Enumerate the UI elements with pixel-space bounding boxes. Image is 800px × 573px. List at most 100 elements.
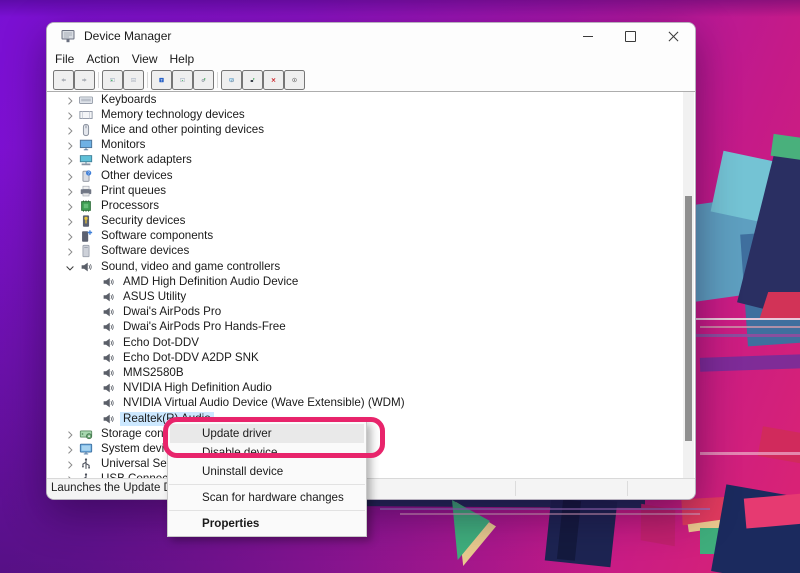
speaker-icon [101,275,115,289]
uninstall-icon[interactable] [263,70,284,90]
menu-action[interactable]: Action [80,50,125,68]
tree-item-label: MMS2580B [120,366,187,380]
tree-item-label: Other devices [98,169,176,183]
properties-icon[interactable] [123,70,144,90]
tree-item[interactable]: Print queues [48,183,682,198]
chevron-right-icon[interactable] [64,458,76,470]
speaker-icon [101,412,115,426]
tree-item[interactable]: NVIDIA Virtual Audio Device (Wave Extens… [48,396,682,411]
speaker-icon [101,320,115,334]
context-menu-item-scan-for-hardware-changes[interactable]: Scan for hardware changes [170,488,364,507]
wallpaper-shape [760,292,800,318]
unknown-device-icon [79,169,93,183]
close-button[interactable] [652,23,695,50]
context-menu-separator [169,484,365,485]
tree-item[interactable]: Mice and other pointing devices [48,122,682,137]
statusbar-divider [627,481,628,496]
chevron-down-icon[interactable] [64,261,76,273]
context-menu: Update driverDisable deviceUninstall dev… [167,420,367,537]
menu-file[interactable]: File [49,50,80,68]
chevron-right-icon[interactable] [64,230,76,242]
status-text: Launches the Update Driver [47,479,695,498]
tree-item-label: Echo Dot-DDV A2DP SNK [120,351,262,365]
maximize-icon [625,31,636,42]
chevron-right-icon[interactable] [64,139,76,151]
chevron-right-icon[interactable] [64,154,76,166]
tree-item[interactable]: Software components [48,229,682,244]
menu-view[interactable]: View [126,50,164,68]
toolbar-separator [217,72,218,88]
system-icon [79,442,93,456]
speaker-icon [101,351,115,365]
tree-item-label: Processors [98,199,162,213]
tree-item[interactable]: Dwai's AirPods Pro [48,305,682,320]
speaker-icon [101,366,115,380]
tree-item[interactable]: Monitors [48,138,682,153]
network-icon [79,153,93,167]
chevron-right-icon[interactable] [64,428,76,440]
scrollbar-thumb[interactable] [685,196,692,441]
maximize-button[interactable] [609,23,652,50]
vertical-scrollbar[interactable] [683,92,694,479]
window-title: Device Manager [84,29,171,43]
back-icon[interactable] [53,70,74,90]
close-icon [668,31,679,42]
keyboard-icon [79,93,93,107]
tree-item-label: AMD High Definition Audio Device [120,275,301,289]
menu-help[interactable]: Help [164,50,201,68]
tree-item[interactable]: Echo Dot-DDV A2DP SNK [48,350,682,365]
wallpaper-shape [758,426,800,464]
printer-icon [79,184,93,198]
speaker-icon [101,396,115,410]
tree-item[interactable]: Other devices [48,168,682,183]
chevron-right-icon[interactable] [64,215,76,227]
tree-item[interactable]: Software devices [48,244,682,259]
tree-item-label: Print queues [98,184,169,198]
tree-item[interactable]: MMS2580B [48,365,682,380]
forward-icon[interactable] [74,70,95,90]
tree-item[interactable]: Security devices [48,214,682,229]
console-tree-icon[interactable] [102,70,123,90]
context-menu-item-properties[interactable]: Properties [170,514,364,533]
update-driver-gear-icon[interactable] [193,70,214,90]
tree-item[interactable]: Dwai's AirPods Pro Hands-Free [48,320,682,335]
scan-hardware-icon[interactable] [221,70,242,90]
driver-software-icon[interactable] [242,70,263,90]
device-manager-window: Device Manager FileActionViewHelp Keyboa… [46,22,696,500]
tree-item[interactable]: ASUS Utility [48,289,682,304]
tree-item-label: Sound, video and game controllers [98,260,283,274]
minimize-button[interactable] [566,23,609,50]
action-pane-icon[interactable] [172,70,193,90]
toolbar-separator [98,72,99,88]
disable-icon[interactable] [284,70,305,90]
context-menu-item-disable-device[interactable]: Disable device [170,443,364,462]
tree-item-label: Mice and other pointing devices [98,123,267,137]
chevron-right-icon[interactable] [64,109,76,121]
help-icon[interactable] [151,70,172,90]
chevron-right-icon[interactable] [64,200,76,212]
tree-item[interactable]: NVIDIA High Definition Audio [48,381,682,396]
tree-item[interactable]: Echo Dot-DDV [48,335,682,350]
monitor-icon [79,138,93,152]
tree-item[interactable]: Sound, video and game controllers [48,259,682,274]
memory-icon [79,108,93,122]
context-menu-item-uninstall-device[interactable]: Uninstall device [170,462,364,481]
chevron-right-icon[interactable] [64,185,76,197]
software-component-icon [79,229,93,243]
chevron-right-icon[interactable] [64,170,76,182]
tree-item[interactable]: Memory technology devices [48,107,682,122]
chevron-right-icon[interactable] [64,124,76,136]
chevron-right-icon[interactable] [64,94,76,106]
tree-item[interactable]: Keyboards [48,92,682,107]
chevron-right-icon[interactable] [64,245,76,257]
context-menu-item-update-driver[interactable]: Update driver [170,424,364,443]
speaker-icon [101,336,115,350]
wallpaper-shape [700,452,800,455]
tree-item[interactable]: AMD High Definition Audio Device [48,274,682,289]
tree-item-label: Echo Dot-DDV [120,336,202,350]
tree-item[interactable]: Network adapters [48,153,682,168]
tree-item-label: Network adapters [98,153,195,167]
toolbar-separator [147,72,148,88]
tree-item[interactable]: Processors [48,198,682,213]
chevron-right-icon[interactable] [64,443,76,455]
